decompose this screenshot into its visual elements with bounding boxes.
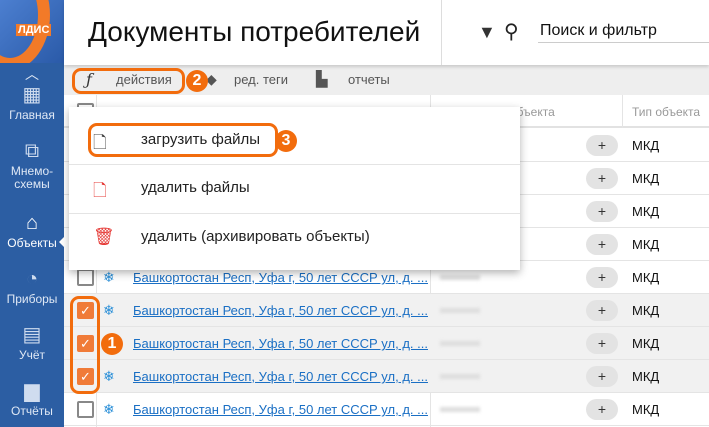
table-row[interactable]: ✓ ❄ Башкортостан Респ, Уфа г, 50 лет ССС… xyxy=(64,360,709,393)
chevron-up-icon: ︿ xyxy=(25,66,39,82)
sidebar-item-home[interactable]: ▦ Главная xyxy=(0,84,64,122)
add-button[interactable]: + xyxy=(586,168,618,189)
blurred-value xyxy=(440,374,480,379)
annotation-badge: 1 xyxy=(101,333,123,355)
object-address-link[interactable]: Башкортостан Респ, Уфа г, 50 лет СССР ул… xyxy=(133,303,428,318)
table-row[interactable]: ✓ ❄ Башкортостан Респ, Уфа г, 50 лет ССС… xyxy=(64,327,709,360)
annotation-badge: 3 xyxy=(275,130,297,152)
edit-tags-button[interactable]: ред. теги xyxy=(234,72,288,87)
report-icon: ▙ xyxy=(316,71,328,88)
add-button[interactable]: + xyxy=(586,366,618,387)
object-type: МКД xyxy=(632,402,660,417)
sidebar-item-label: Отчёты xyxy=(11,404,53,418)
menu-item-label: удалить (архивировать объекты) xyxy=(141,228,370,245)
page-header: Документы потребителей ▼ ⚲ xyxy=(64,0,709,65)
search-icon[interactable]: ⚲ xyxy=(504,19,519,44)
highlight-checkboxes xyxy=(70,296,100,394)
reports-button[interactable]: отчеты xyxy=(348,72,390,87)
snowflake-icon: ❄ xyxy=(103,302,115,318)
dashboard-icon: ▦ xyxy=(22,84,42,106)
object-type: МКД xyxy=(632,369,660,384)
snowflake-icon: ❄ xyxy=(103,401,115,417)
document-icon: ▆ xyxy=(24,380,40,402)
object-address-link[interactable]: Башкортостан Респ, Уфа г, 50 лет СССР ул… xyxy=(133,402,428,417)
blurred-value xyxy=(440,275,480,280)
object-type: МКД xyxy=(632,336,660,351)
logo-text: ЛДИС xyxy=(16,24,52,36)
object-type: МКД xyxy=(632,138,660,153)
menu-item-archive-objects[interactable]: 🗑 удалить (архивировать объекты) xyxy=(69,213,520,261)
sidebar-item-label: Объекты xyxy=(7,236,57,250)
highlight-actions xyxy=(72,68,185,94)
menu-item-delete-files[interactable]: 🗋 удалить файлы xyxy=(69,164,520,212)
table-row[interactable]: ✓ ❄ Башкортостан Респ, Уфа г, 50 лет ССС… xyxy=(64,294,709,327)
highlight-upload xyxy=(88,123,278,157)
search-input[interactable] xyxy=(538,20,709,43)
add-button[interactable]: + xyxy=(586,333,618,354)
snowflake-icon: ❄ xyxy=(103,269,115,285)
table-row[interactable]: ❄ Башкортостан Респ, Уфа г, 50 лет СССР … xyxy=(64,393,709,426)
filter-icon[interactable]: ▼ xyxy=(478,22,496,43)
trash-icon: 🗑 xyxy=(93,227,115,246)
sidebar-item-label: Приборы xyxy=(6,292,58,306)
object-type: МКД xyxy=(632,303,660,318)
divider xyxy=(441,0,442,65)
gauge-icon: ◔ xyxy=(25,268,39,290)
add-button[interactable]: + xyxy=(586,300,618,321)
add-button[interactable]: + xyxy=(586,201,618,222)
page-title: Документы потребителей xyxy=(88,16,421,47)
object-type: МКД xyxy=(632,171,660,186)
blurred-value xyxy=(440,341,480,346)
sidebar-item-reports[interactable]: ▆ Отчёты xyxy=(0,380,64,418)
blurred-value xyxy=(440,308,480,313)
divider xyxy=(622,95,623,128)
sidebar-item-devices[interactable]: ◔ Приборы xyxy=(0,268,64,306)
object-type: МКД xyxy=(632,270,660,285)
add-button[interactable]: + xyxy=(586,399,618,420)
add-button[interactable]: + xyxy=(586,135,618,156)
hierarchy-icon: ⧉ xyxy=(24,140,40,162)
home-icon: ⌂ xyxy=(25,212,39,234)
row-checkbox[interactable] xyxy=(77,401,94,418)
sidebar-item-objects[interactable]: ⌂ Объекты xyxy=(0,212,64,250)
file-remove-icon: 🗋 xyxy=(93,181,107,200)
blurred-value xyxy=(440,407,480,412)
object-address-link[interactable]: Башкортостан Респ, Уфа г, 50 лет СССР ул… xyxy=(133,336,428,351)
snowflake-icon: ❄ xyxy=(103,368,115,384)
object-address-link[interactable]: Башкортостан Респ, Уфа г, 50 лет СССР ул… xyxy=(133,270,428,285)
object-address-link[interactable]: Башкортостан Респ, Уфа г, 50 лет СССР ул… xyxy=(133,369,428,384)
annotation-badge: 2 xyxy=(186,70,208,92)
add-button[interactable]: + xyxy=(586,234,618,255)
logo[interactable]: ЛДИС xyxy=(0,0,64,63)
sidebar: ЛДИС ︿ ▦ Главная ⧉ Мнемо- схемы ⌂ Объекты ◔… xyxy=(0,0,64,427)
object-type: МКД xyxy=(632,204,660,219)
sidebar-collapse-button[interactable]: ︿ xyxy=(0,66,64,82)
add-button[interactable]: + xyxy=(586,267,618,288)
column-header-type[interactable]: Тип объекта xyxy=(632,105,700,119)
sidebar-item-mnemo[interactable]: ⧉ Мнемо- схемы xyxy=(0,140,64,191)
sidebar-item-label: Учёт xyxy=(18,348,46,362)
menu-item-label: удалить файлы xyxy=(141,179,250,196)
sidebar-item-accounting[interactable]: ▤ Учёт xyxy=(0,324,64,362)
object-type: МКД xyxy=(632,237,660,252)
sidebar-item-label: Мнемо- схемы xyxy=(10,164,54,191)
row-checkbox[interactable] xyxy=(77,269,94,286)
calculator-icon: ▤ xyxy=(22,324,42,346)
sidebar-item-label: Главная xyxy=(9,108,55,122)
